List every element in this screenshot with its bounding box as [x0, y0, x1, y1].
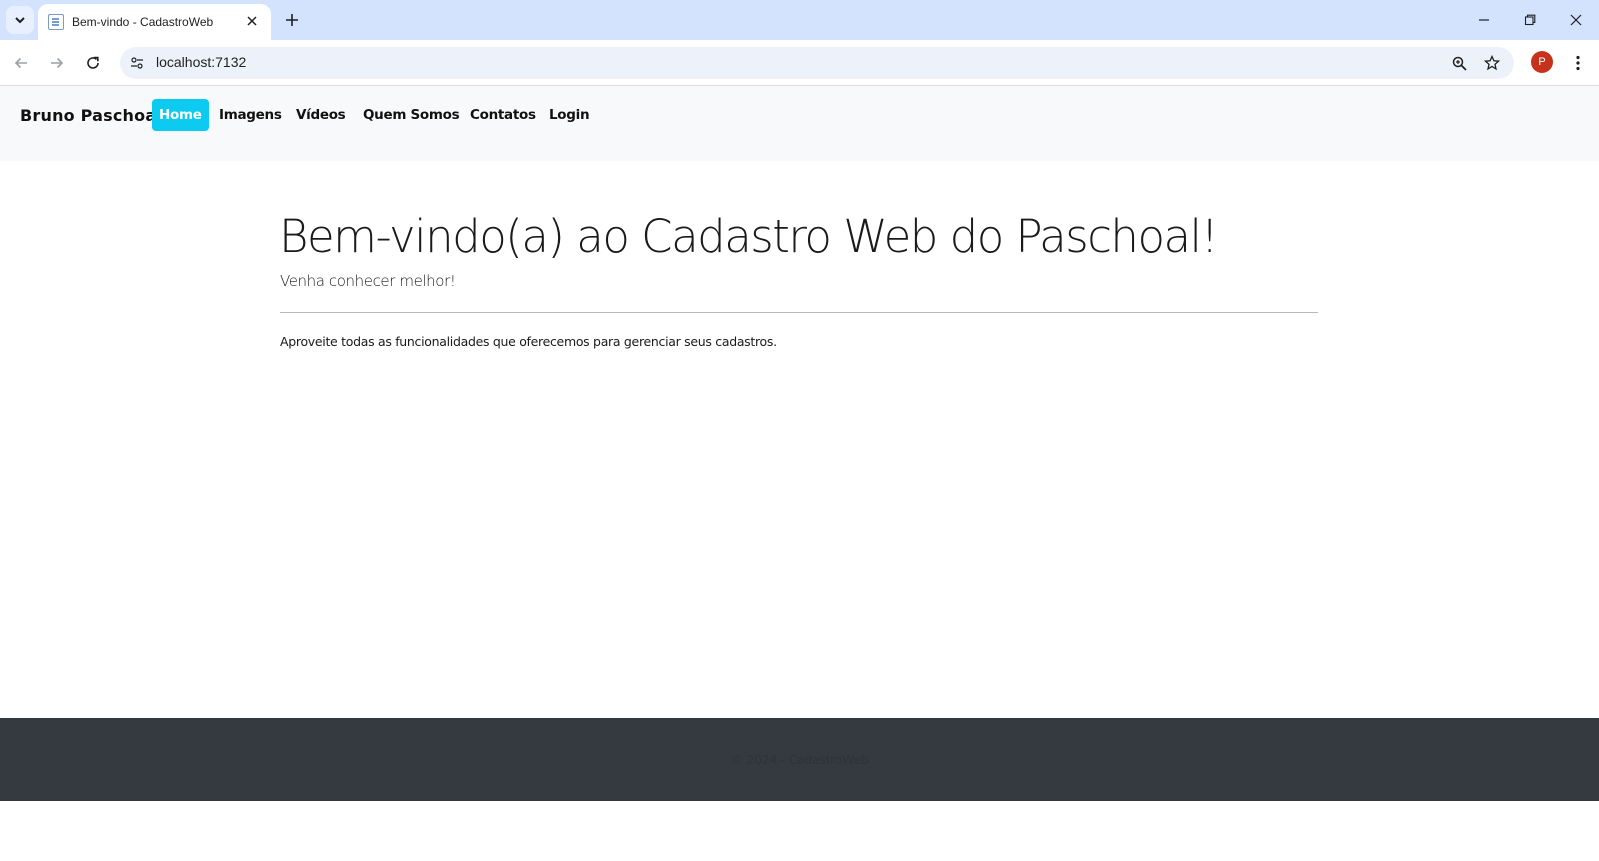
back-arrow-icon[interactable]: [8, 50, 34, 76]
close-icon[interactable]: [243, 14, 261, 30]
forward-arrow-icon[interactable]: [44, 50, 70, 76]
star-icon[interactable]: [1481, 52, 1503, 74]
lead-text: Venha conhecer melhor!: [280, 272, 456, 290]
divider: [280, 312, 1318, 313]
nav-link-quem-somos[interactable]: Quem Somos: [356, 99, 466, 131]
nav-link-home[interactable]: Home: [152, 99, 209, 131]
footer-copyright: © 2024 - CadastroWeb: [730, 752, 869, 767]
brand-link[interactable]: Bruno Paschoal: [20, 106, 162, 125]
kebab-menu-icon[interactable]: [1566, 50, 1590, 76]
tab-title: Bem-vindo - CadastroWeb: [72, 15, 214, 29]
nav-link-contatos[interactable]: Contatos: [463, 99, 543, 131]
body-text: Aproveite todas as funcionalidades que o…: [280, 334, 777, 349]
restore-icon[interactable]: [1507, 0, 1553, 40]
chevron-down-icon[interactable]: [6, 6, 34, 34]
site-footer: © 2024 - CadastroWeb: [0, 718, 1599, 801]
nav-link-login[interactable]: Login: [542, 99, 596, 131]
browser-toolbar: localhost:7132 P: [0, 40, 1599, 86]
tune-icon[interactable]: [126, 52, 148, 74]
nav-link-videos[interactable]: Vídeos: [289, 99, 352, 131]
page-title: Bem-vindo(a) ao Cadastro Web do Paschoal…: [279, 210, 1219, 263]
browser-tab-strip: Bem-vindo - CadastroWeb: [0, 0, 1599, 40]
avatar[interactable]: P: [1531, 51, 1553, 73]
window-close-icon[interactable]: [1553, 0, 1599, 40]
address-bar[interactable]: localhost:7132: [120, 47, 1514, 79]
document-icon: [48, 14, 64, 30]
minimize-icon[interactable]: [1461, 0, 1507, 40]
site-navbar: Bruno Paschoal Home Imagens Vídeos Quem …: [0, 86, 1599, 161]
zoom-icon[interactable]: [1448, 52, 1470, 74]
reload-icon[interactable]: [80, 50, 106, 76]
url-text[interactable]: localhost:7132: [156, 54, 246, 70]
browser-tab[interactable]: Bem-vindo - CadastroWeb: [38, 4, 271, 40]
plus-icon[interactable]: [280, 8, 304, 32]
nav-link-imagens[interactable]: Imagens: [212, 99, 289, 131]
